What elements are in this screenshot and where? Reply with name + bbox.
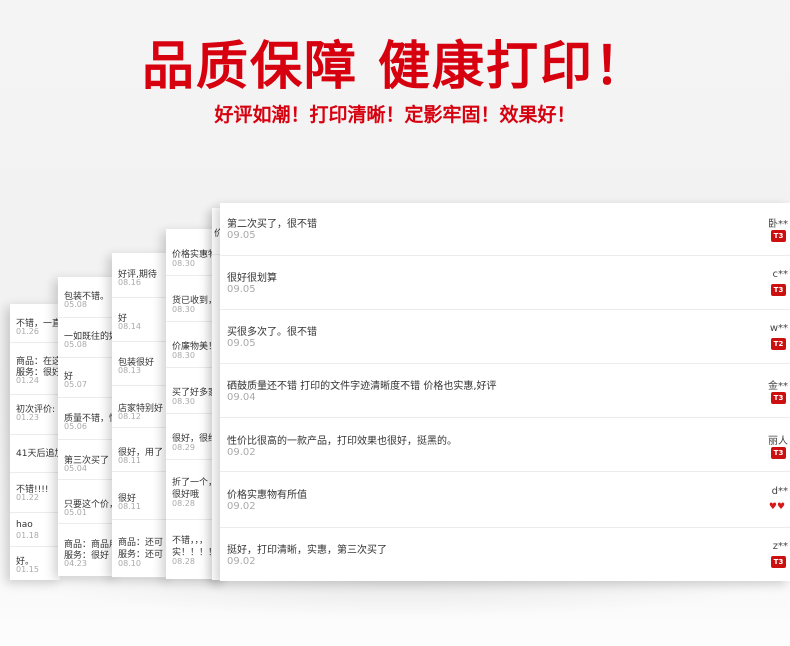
review-date: 01.22 xyxy=(16,493,39,502)
review-date: 05.07 xyxy=(64,380,87,389)
review-date: 09.04 xyxy=(227,392,256,403)
reviewer-name: 金** xyxy=(768,381,788,392)
review-date: 08.13 xyxy=(118,366,141,375)
review-date: 01.15 xyxy=(16,565,39,574)
review-text: 买很多次了。很不错 xyxy=(227,327,317,338)
review-date: 09.02 xyxy=(227,556,256,567)
heart-badge-icon: ♥♥ xyxy=(768,502,786,512)
review-date: 08.10 xyxy=(118,559,141,568)
review-date: 01.18 xyxy=(16,531,39,540)
reviewer-name: z** xyxy=(772,541,788,552)
review-card-2: 包装不错。 05.08 一如既往的好 05.08 好 05.07 质量不错，性价… xyxy=(58,277,118,576)
review-text: 价格实惠物有所值 xyxy=(227,490,307,501)
review-date: 08.29 xyxy=(172,443,195,452)
review-row: 质量不错，性价 05.06 xyxy=(58,397,118,440)
review-date: 08.16 xyxy=(118,278,141,287)
review-date: 04.23 xyxy=(64,559,87,568)
reviewer-name: 丽人 xyxy=(768,436,788,447)
review-date: 08.11 xyxy=(118,456,141,465)
review-text: 很好很划算 xyxy=(227,273,277,284)
review-date: 08.30 xyxy=(172,259,195,268)
review-row: 很好，用了 08.11 xyxy=(112,427,172,472)
review-text: hao xyxy=(16,520,33,530)
buyer-level-badge: T3 xyxy=(771,556,786,568)
reviewer-name: w** xyxy=(769,323,788,334)
review-date: 09.02 xyxy=(227,501,256,512)
review-row: 商品：在这里购 服务：很好 01.24 xyxy=(10,342,60,395)
review-row: 包装很好 08.13 xyxy=(112,341,172,386)
review-row: 只要这个价，真 05.01 xyxy=(58,479,118,524)
review-row: 初次评价: 01.23 xyxy=(10,394,60,435)
review-row: 挺好，打印清晰，实惠，第三次买了 09.02 z** T3 xyxy=(220,527,790,581)
review-date: 05.08 xyxy=(64,340,87,349)
review-row: 好 08.14 xyxy=(112,297,172,342)
review-date: 05.06 xyxy=(64,422,87,431)
review-row: 商品：商品用着 服务：很好 04.23 xyxy=(58,523,118,576)
review-text: 硒鼓质量还不错 打印的文件字迹清晰度不错 价格也实惠,好评 xyxy=(227,381,497,392)
review-row: 第三次买了 05.04 xyxy=(58,439,118,480)
review-text: 第二次买了，很不错 xyxy=(227,219,317,230)
reviewer-name: d** xyxy=(771,486,788,497)
review-row: 好。 01.15 xyxy=(10,546,60,580)
review-row: 不错!!!! 01.22 xyxy=(10,472,60,513)
review-row: 一如既往的好 05.08 xyxy=(58,317,118,358)
review-date: 08.30 xyxy=(172,351,195,360)
review-date: 09.05 xyxy=(227,284,256,295)
review-row: 硒鼓质量还不错 打印的文件字迹清晰度不错 价格也实惠,好评 09.04 金** … xyxy=(220,363,790,418)
review-date: 05.04 xyxy=(64,464,87,473)
floor-shadow xyxy=(10,578,790,618)
review-row: 好评,期待 08.16 xyxy=(112,253,172,298)
review-date: 01.23 xyxy=(16,413,39,422)
review-row: 很好很划算 09.05 c** T3 xyxy=(220,255,790,310)
review-card-main: 第二次买了，很不错 09.05 卧** T3 很好很划算 09.05 c** T… xyxy=(220,203,790,581)
review-row: 很好 08.11 xyxy=(112,471,172,520)
review-date: 08.14 xyxy=(118,322,141,331)
review-date: 09.05 xyxy=(227,338,256,349)
review-date: 08.30 xyxy=(172,305,195,314)
review-date: 08.12 xyxy=(118,412,141,421)
review-card-1: 不错，一直在我 01.26 商品：在这里购 服务：很好 01.24 初次评价: … xyxy=(10,304,60,580)
review-date: 09.02 xyxy=(227,447,256,458)
review-row: 店家特别好 08.12 xyxy=(112,385,172,428)
review-row: 包装不错。 05.08 xyxy=(58,277,118,318)
review-date: 05.08 xyxy=(64,300,87,309)
page-subtitle: 好评如潮！打印清晰！定影牢固！效果好！ xyxy=(214,104,576,126)
buyer-level-badge: T2 xyxy=(771,338,786,350)
review-text: 41天后追加： xyxy=(16,449,60,459)
review-date: 08.30 xyxy=(172,397,195,406)
review-row: 性价比很高的一款产品，打印效果也很好，挺黑的。 09.02 丽人 T3 xyxy=(220,417,790,472)
review-date: 01.26 xyxy=(16,327,39,336)
review-row: 买很多次了。很不错 09.05 w** T2 xyxy=(220,309,790,364)
review-date: 09.05 xyxy=(227,230,256,241)
review-row: 第二次买了，很不错 09.05 卧** T3 xyxy=(220,203,790,256)
review-row: 41天后追加： xyxy=(10,434,60,473)
review-row: 价格实惠物有所值 09.02 d** ♥♥ xyxy=(220,471,790,528)
review-row: 好 05.07 xyxy=(58,357,118,398)
review-text: 挺好，打印清晰，实惠，第三次买了 xyxy=(227,545,387,556)
buyer-level-badge: T3 xyxy=(771,447,786,459)
review-text: 性价比很高的一款产品，打印效果也很好，挺黑的。 xyxy=(227,436,457,447)
review-row: 不错，一直在我 01.26 xyxy=(10,304,60,343)
review-date: 08.28 xyxy=(172,499,195,508)
review-date: 08.28 xyxy=(172,557,195,566)
buyer-level-badge: T3 xyxy=(771,392,786,404)
review-card-3: 好评,期待 08.16 好 08.14 包装很好 08.13 店家特别好 08.… xyxy=(112,253,172,577)
review-row: hao 01.18 xyxy=(10,512,60,547)
buyer-level-badge: T3 xyxy=(771,284,786,296)
review-date: 05.01 xyxy=(64,508,87,517)
review-date: 01.24 xyxy=(16,376,39,385)
buyer-level-badge: T3 xyxy=(771,230,786,242)
review-row: 商品：还可 服务：还可 08.10 xyxy=(112,519,172,577)
reviewer-name: c** xyxy=(772,269,789,280)
review-date: 08.11 xyxy=(118,502,141,511)
reviewer-name: 卧** xyxy=(768,219,788,230)
page-title: 品质保障 健康打印！ xyxy=(141,37,649,97)
